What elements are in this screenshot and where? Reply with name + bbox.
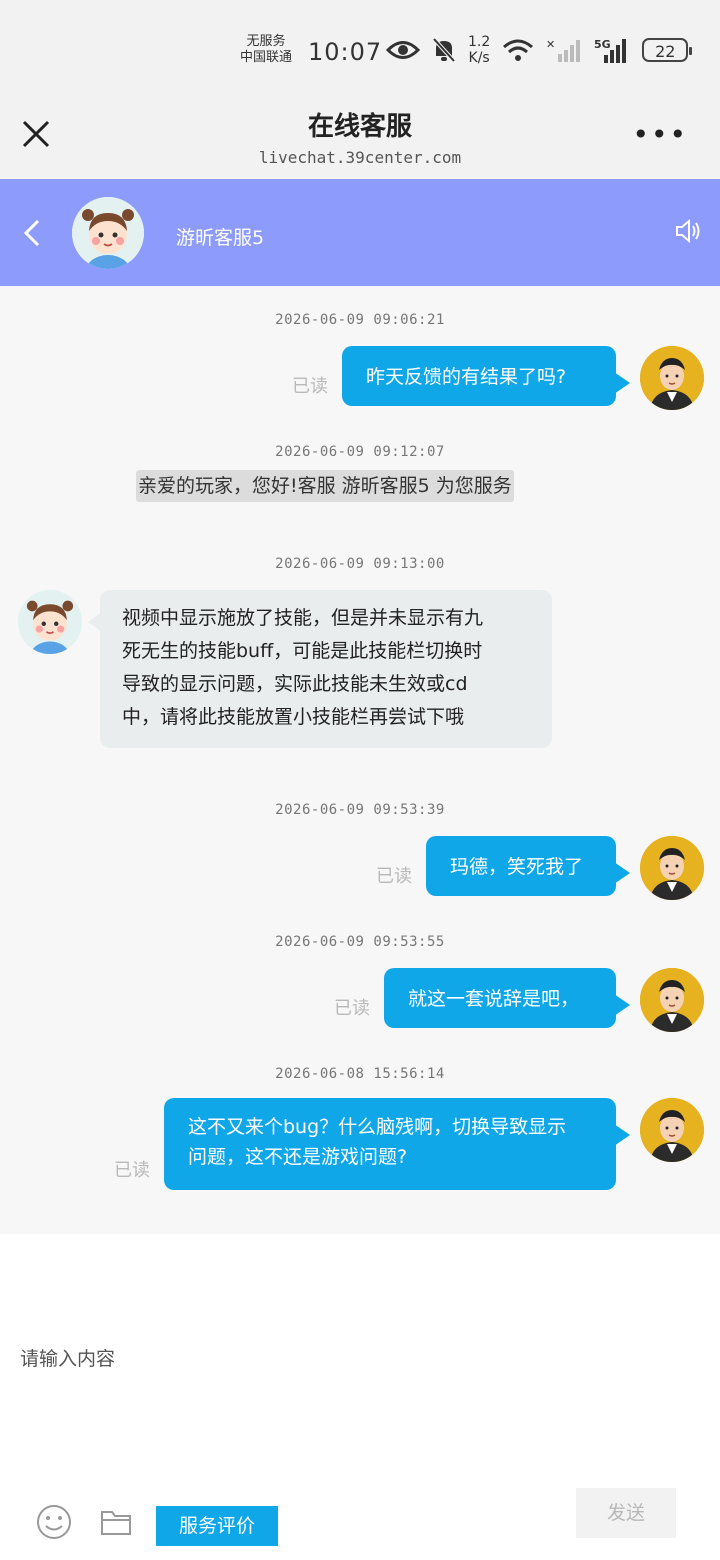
user-message-bubble: 这不又来个bug？什么脑残啊，切换导致显示 问题，这不还是游戏问题? bbox=[164, 1098, 630, 1190]
agent-name: 游昕客服5 bbox=[176, 227, 265, 249]
page-title: 在线客服 bbox=[307, 112, 412, 142]
read-status: 已读 bbox=[114, 1160, 150, 1181]
send-button[interactable]: 发送 bbox=[576, 1488, 676, 1538]
read-status: 已读 bbox=[292, 376, 328, 397]
browser-bar: 在线客服 livechat.39center.com ••• bbox=[0, 100, 720, 178]
svg-text:5G: 5G bbox=[594, 38, 611, 51]
user-message-bubble: 玛德，笑死我了 bbox=[426, 836, 630, 896]
status-bar: 无服务 中国联通 10:07 1.2 K/s ✕ 5G 22 bbox=[0, 0, 720, 100]
net-speed: 1.2 K/s bbox=[468, 34, 491, 66]
battery-indicator: 22 bbox=[642, 38, 693, 62]
user-avatar bbox=[640, 1098, 704, 1162]
system-message: 亲爱的玩家，您好!客服 游昕客服5 为您服务 bbox=[136, 470, 514, 502]
mute-bell-icon bbox=[432, 37, 456, 63]
no-signal-icon: ✕ bbox=[546, 38, 581, 62]
message-timestamp: 2026-06-09 09:13:00 bbox=[275, 556, 445, 572]
message-input[interactable]: 请输入内容 bbox=[20, 1344, 115, 1371]
carrier-label: 无服务 中国联通 bbox=[240, 34, 293, 65]
user-message-bubble: 就这一套说辞是吧， bbox=[384, 968, 630, 1028]
message-timestamp: 2026-06-09 09:53:39 bbox=[275, 802, 445, 818]
message-timestamp: 2026-06-08 15:56:14 bbox=[275, 1066, 445, 1082]
folder-icon[interactable] bbox=[100, 1508, 132, 1536]
agent-message-bubble: 视频中显示施放了技能，但是并未显示有九 死无生的技能buff，可能是此技能栏切换… bbox=[88, 590, 552, 748]
read-status: 已读 bbox=[376, 866, 412, 887]
wifi-icon bbox=[503, 39, 534, 61]
message-timestamp: 2026-06-09 09:06:21 bbox=[275, 312, 445, 328]
chat-header: 游昕客服5 bbox=[0, 179, 720, 286]
smiley-icon[interactable] bbox=[36, 1504, 72, 1540]
chat-area[interactable]: 2026-06-09 09:06:21 已读 昨天反馈的有结果了吗? 2026-… bbox=[0, 286, 720, 1234]
message-timestamp: 2026-06-09 09:12:07 bbox=[275, 444, 445, 460]
input-area: 请输入内容 服务评价 发送 bbox=[0, 1234, 720, 1560]
user-avatar bbox=[640, 836, 704, 900]
signal-icon: 5G bbox=[594, 38, 627, 63]
user-avatar bbox=[640, 968, 704, 1032]
agent-avatar bbox=[72, 197, 144, 269]
service-rating-button[interactable]: 服务评价 bbox=[156, 1506, 278, 1546]
svg-text:✕: ✕ bbox=[546, 38, 555, 51]
back-icon[interactable] bbox=[20, 215, 46, 251]
agent-avatar bbox=[18, 590, 82, 654]
clock: 10:07 bbox=[308, 38, 383, 66]
user-message-bubble: 昨天反馈的有结果了吗? bbox=[342, 346, 630, 406]
speaker-icon[interactable] bbox=[674, 217, 702, 245]
user-avatar bbox=[640, 346, 704, 410]
read-status: 已读 bbox=[334, 998, 370, 1019]
more-icon[interactable]: ••• bbox=[632, 121, 688, 149]
eye-icon bbox=[386, 41, 420, 59]
page-url: livechat.39center.com bbox=[258, 148, 462, 167]
message-timestamp: 2026-06-09 09:53:55 bbox=[275, 934, 445, 950]
